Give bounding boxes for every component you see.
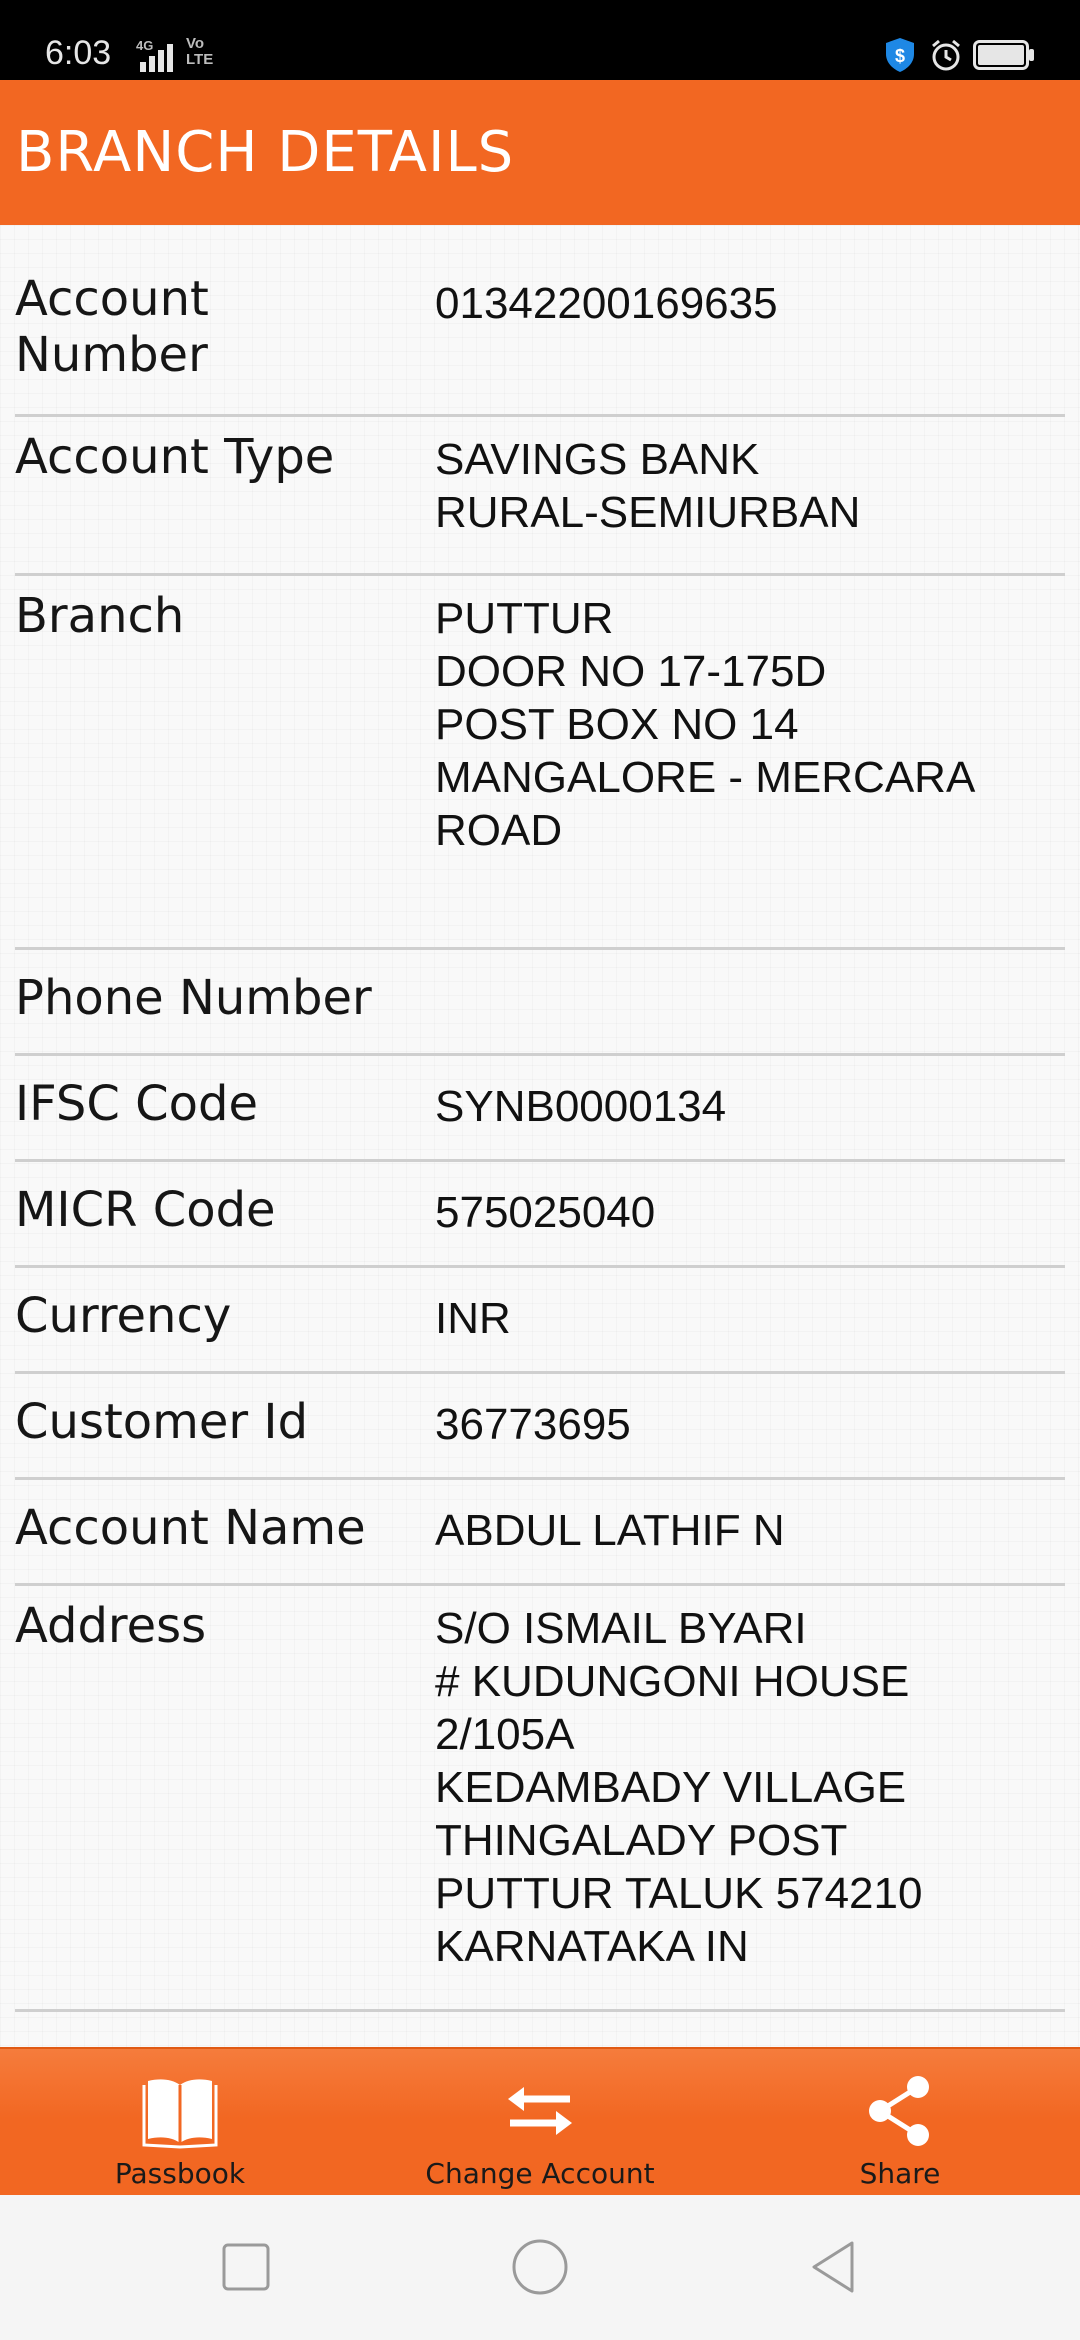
detail-row-account-name: Account Name ABDUL LATHIF N <box>15 1480 1065 1586</box>
svg-text:$: $ <box>895 46 905 66</box>
detail-value: S/O ISMAIL BYARI # KUDUNGONI HOUSE 2/105… <box>435 1604 923 1971</box>
detail-row-ifsc-code: IFSC Code SYNB0000134 <box>15 1056 1065 1162</box>
detail-row-currency: Currency INR <box>15 1268 1065 1374</box>
detail-value: ABDUL LATHIF N <box>435 1506 785 1555</box>
volte-line-1: Vo <box>186 35 205 52</box>
detail-row-customer-id: Customer Id 36773695 <box>15 1374 1065 1480</box>
battery-icon <box>973 40 1034 70</box>
app-bar: BRANCH DETAILS <box>0 80 1080 225</box>
detail-row-micr-code: MICR Code 575025040 <box>15 1162 1065 1268</box>
detail-row-account-type: Account Type SAVINGS BANK RURAL-SEMIURBA… <box>15 417 1065 576</box>
detail-label: Customer Id <box>15 1394 309 1450</box>
home-button[interactable] <box>508 2235 572 2299</box>
detail-row-account-number: Account Number 01342200169635 <box>15 225 1065 417</box>
change-account-button[interactable]: Change Account <box>390 2049 690 2195</box>
detail-row-address: Address S/O ISMAIL BYARI # KUDUNGONI HOU… <box>15 1586 1065 2012</box>
detail-value: SAVINGS BANK RURAL-SEMIURBAN <box>435 435 861 537</box>
alarm-icon <box>932 39 960 71</box>
system-navigation-bar <box>0 2195 1080 2340</box>
page-title: BRANCH DETAILS <box>16 120 515 185</box>
detail-value: PUTTUR DOOR NO 17-175D POST BOX NO 14 MA… <box>435 594 976 855</box>
details-list[interactable]: Account Number 01342200169635 Account Ty… <box>0 225 1080 2047</box>
back-button[interactable] <box>802 2235 866 2299</box>
detail-value: 36773695 <box>435 1400 631 1449</box>
detail-label: Account Number <box>15 271 209 383</box>
share-label: Share <box>859 2157 941 2190</box>
book-icon <box>142 2079 218 2149</box>
passbook-button[interactable]: Passbook <box>30 2049 330 2195</box>
share-icon <box>869 2076 929 2146</box>
passbook-label: Passbook <box>114 2157 246 2190</box>
detail-value: SYNB0000134 <box>435 1082 727 1131</box>
detail-label: Branch <box>15 588 185 644</box>
bottom-navigation: Passbook Change Account Share <box>0 2047 1080 2195</box>
detail-label: Currency <box>15 1288 232 1344</box>
share-button[interactable]: Share <box>750 2049 1050 2195</box>
detail-row-branch: Branch PUTTUR DOOR NO 17-175D POST BOX N… <box>15 576 1065 950</box>
detail-value: INR <box>435 1294 511 1343</box>
volte-line-2: LTE <box>186 51 214 68</box>
recents-button[interactable] <box>214 2235 278 2299</box>
detail-value: 01342200169635 <box>435 279 778 328</box>
status-bar: 6:03 4G Vo LTE $ <box>0 0 1080 80</box>
swap-arrows-icon <box>508 2087 572 2135</box>
detail-label: Address <box>15 1598 207 1654</box>
status-time: 6:03 <box>45 34 112 72</box>
detail-label: IFSC Code <box>15 1076 259 1132</box>
detail-label: Account Type <box>15 429 335 485</box>
detail-label: Phone Number <box>15 970 372 1026</box>
detail-label: MICR Code <box>15 1182 276 1238</box>
change-account-label: Change Account <box>425 2157 655 2190</box>
volte-indicator: Vo LTE <box>186 36 213 68</box>
detail-row-phone-number: Phone Number <box>15 950 1065 1056</box>
detail-label: Account Name <box>15 1500 366 1556</box>
detail-value: 575025040 <box>435 1188 656 1237</box>
shield-icon: $ <box>886 38 914 72</box>
signal-strength-icon <box>140 44 173 72</box>
